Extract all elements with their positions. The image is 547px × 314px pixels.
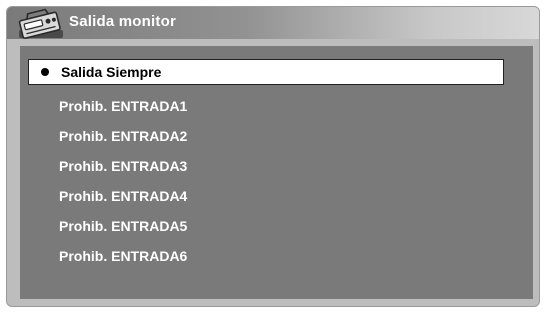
menu-item-prohib-entrada4[interactable]: Prohib. ENTRADA4 (59, 186, 187, 206)
menu-item-label: Prohib. ENTRADA6 (59, 248, 188, 264)
title-bar: Salida monitor (7, 7, 539, 39)
menu-item-salida-siempre[interactable]: Salida Siempre (28, 59, 504, 85)
menu-item-label: Prohib. ENTRADA3 (59, 158, 188, 174)
menu-item-label: Prohib. ENTRADA1 (59, 98, 188, 114)
menu-item-prohib-entrada1[interactable]: Prohib. ENTRADA1 (59, 96, 187, 116)
menu-item-prohib-entrada3[interactable]: Prohib. ENTRADA3 (59, 156, 187, 176)
monitor-output-icon (15, 8, 67, 42)
menu-item-label: Prohib. ENTRADA2 (59, 128, 188, 144)
osd-menu-window: Salida monitor Salida Siempre Prohib. EN… (6, 6, 540, 307)
menu-item-label: Prohib. ENTRADA4 (59, 188, 188, 204)
menu-panel: Salida Siempre Prohib. ENTRADA1 Prohib. … (20, 46, 533, 299)
menu-item-prohib-entrada2[interactable]: Prohib. ENTRADA2 (59, 126, 187, 146)
menu-item-prohib-entrada6[interactable]: Prohib. ENTRADA6 (59, 246, 187, 266)
menu-item-label: Prohib. ENTRADA5 (59, 218, 188, 234)
menu-item-label: Salida Siempre (61, 64, 162, 80)
selected-bullet-icon (41, 68, 49, 76)
page-title: Salida monitor (69, 13, 176, 30)
menu-item-prohib-entrada5[interactable]: Prohib. ENTRADA5 (59, 216, 187, 236)
